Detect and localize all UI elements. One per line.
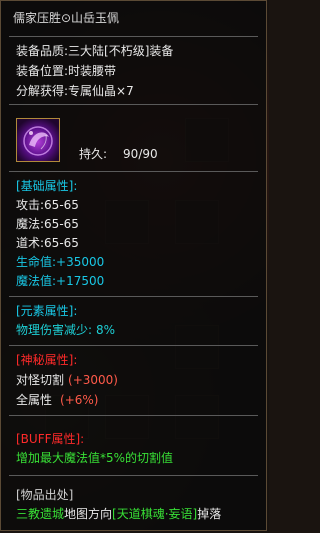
taoism-row: 道术:65-65 — [16, 235, 79, 251]
hp-row: 生命值:+35000 — [16, 254, 104, 270]
durability-label: 持久: — [79, 147, 108, 161]
quality-row: 装备品质:三大陆[不朽级]装备 — [16, 43, 173, 59]
attack-row: 攻击:65-65 — [16, 197, 79, 213]
mystic-attrs-header: [神秘属性]: — [16, 353, 78, 367]
hp-label: 生命值: — [16, 255, 57, 269]
decompose-value: 专属仙晶×7 — [68, 84, 134, 98]
hp-value: +35000 — [56, 255, 105, 269]
slot-label: 装备位置: — [16, 64, 69, 78]
element-attrs-header: [元素属性]: — [16, 304, 78, 318]
phys-dmg-reduce-label: 物理伤害减少: — [16, 323, 93, 337]
quality-value: 三大陆[不朽级]装备 — [68, 44, 174, 58]
origin-row: 三教遗城地图方向[天道棋魂·妄语]掉落 — [16, 506, 221, 522]
phys-dmg-reduce-value: 8% — [96, 323, 116, 337]
origin-boss: [天道棋魂·妄语] — [112, 507, 198, 521]
decompose-label: 分解获得: — [16, 84, 69, 98]
purple-jade-pendant-icon — [16, 118, 60, 162]
mp-label: 魔法值: — [16, 274, 57, 288]
taoism-label: 道术: — [16, 236, 45, 250]
durability-row: 持久: 90/90 — [79, 146, 158, 162]
mp-value: +17500 — [56, 274, 105, 288]
magic-value: 65-65 — [44, 217, 79, 231]
divider — [9, 475, 258, 476]
magic-label: 魔法: — [16, 217, 45, 231]
attack-value: 65-65 — [44, 198, 79, 212]
origin-mid: 地图方向 — [64, 507, 113, 521]
slot-row: 装备位置:时装腰带 — [16, 63, 116, 79]
divider — [9, 104, 258, 105]
all-attrs-label: 全属性 — [16, 393, 53, 407]
divider — [9, 36, 258, 37]
divider — [9, 415, 258, 416]
origin-place: 三教遗城 — [16, 507, 65, 521]
all-attrs-value: (+6%) — [60, 393, 99, 407]
quality-label: 装备品质: — [16, 44, 69, 58]
divider — [9, 345, 258, 346]
origin-header: [物品出处] — [16, 488, 74, 502]
decompose-row: 分解获得:专属仙晶×7 — [16, 83, 134, 99]
divider — [9, 296, 258, 297]
taoism-value: 65-65 — [44, 236, 79, 250]
magic-row: 魔法:65-65 — [16, 216, 79, 232]
divider — [9, 171, 258, 172]
phys-dmg-reduce-row: 物理伤害减少: 8% — [16, 322, 115, 338]
buff-attrs-header: [BUFF属性]: — [16, 432, 85, 446]
attack-label: 攻击: — [16, 198, 45, 212]
item-tooltip: 儒家压胜⊙山岳玉佩 装备品质:三大陆[不朽级]装备 装备位置:时装腰带 分解获得… — [0, 0, 267, 531]
item-name: 儒家压胜⊙山岳玉佩 — [13, 11, 120, 25]
mp-row: 魔法值:+17500 — [16, 273, 104, 289]
buff-text: 增加最大魔法值*5%的切割值 — [16, 451, 174, 465]
monster-cut-label: 对怪切割 — [16, 373, 65, 387]
monster-cut-value: (+3000) — [68, 373, 118, 387]
origin-suffix: 掉落 — [197, 507, 222, 521]
base-attrs-header: [基础属性]: — [16, 179, 78, 193]
all-attrs-row: 全属性 (+6%) — [16, 392, 98, 408]
durability-value: 90/90 — [123, 147, 158, 161]
monster-cut-row: 对怪切割 (+3000) — [16, 372, 118, 388]
slot-value: 时装腰带 — [68, 64, 117, 78]
